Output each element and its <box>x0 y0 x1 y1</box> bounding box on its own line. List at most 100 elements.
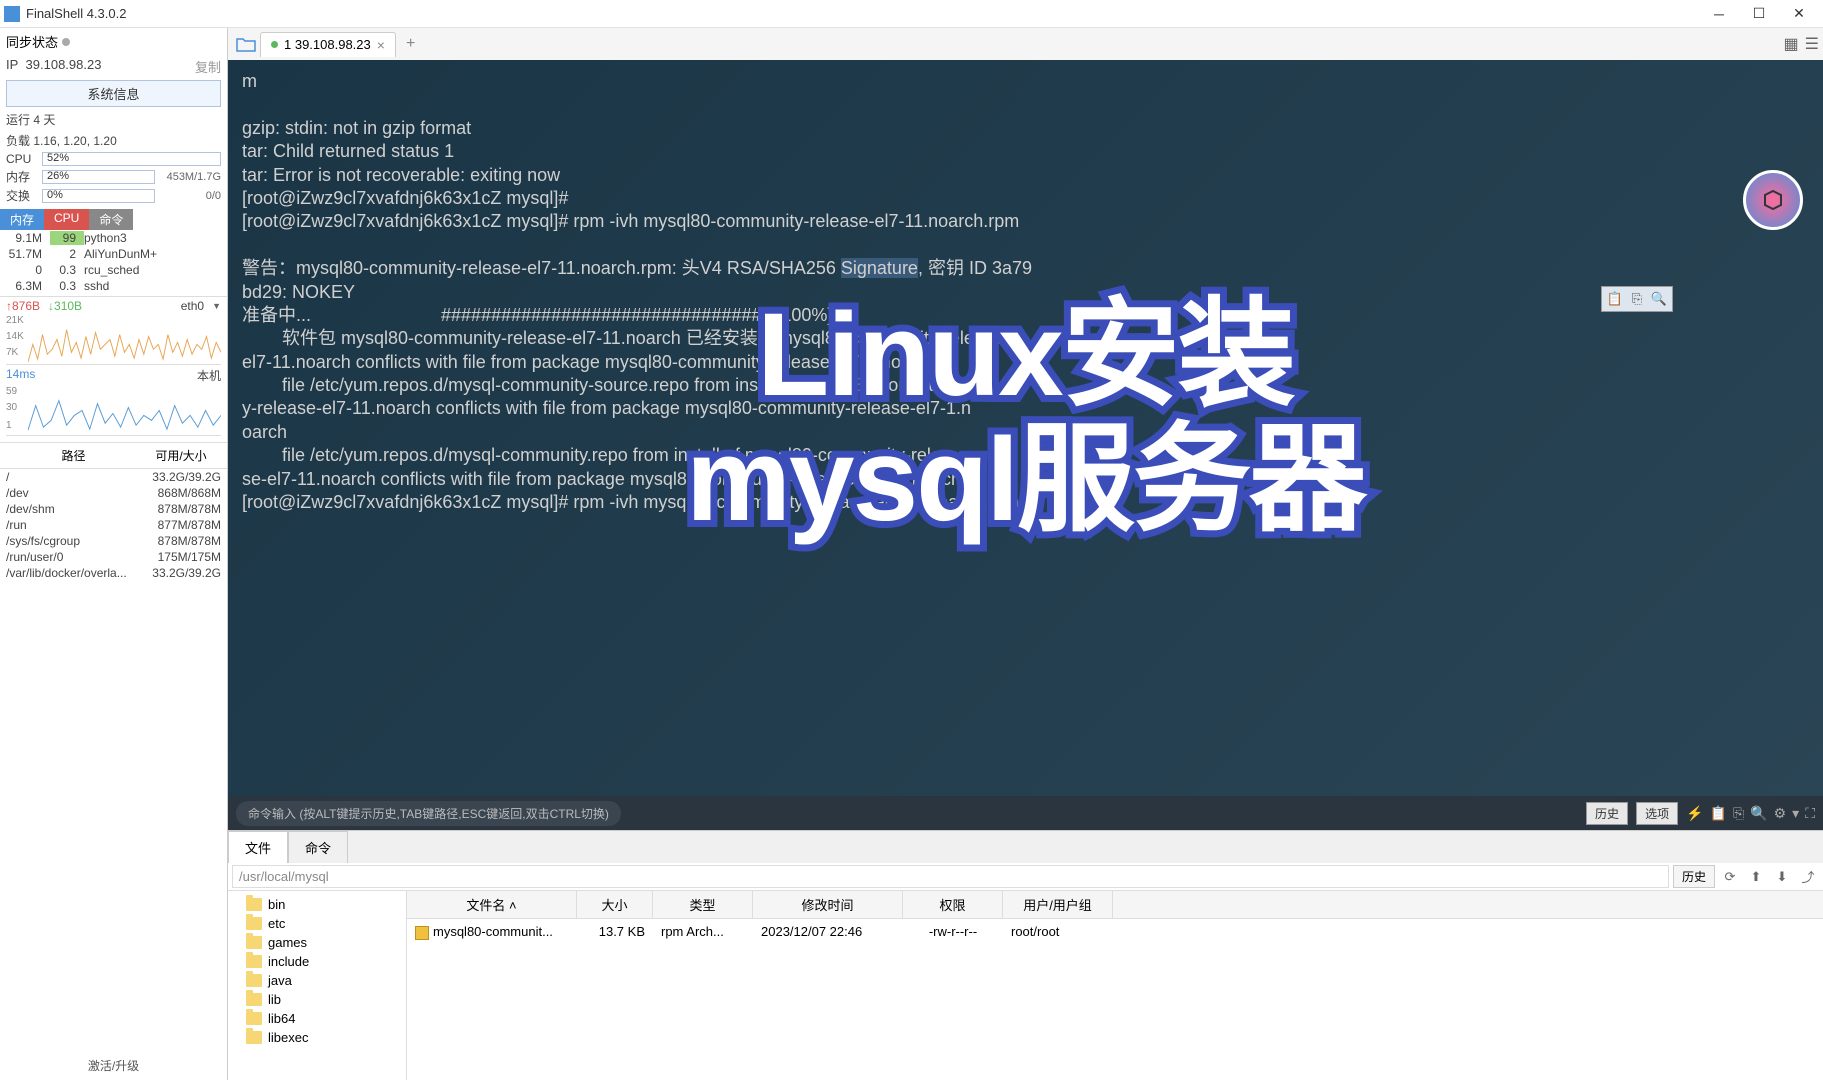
tree-folder-item[interactable]: bin <box>228 895 406 914</box>
tree-folder-item[interactable]: java <box>228 971 406 990</box>
disk-row[interactable]: /sys/fs/cgroup878M/878M <box>0 533 227 549</box>
file-row[interactable]: mysql80-communit...13.7 KBrpm Arch...202… <box>407 919 1823 945</box>
folder-icon <box>246 974 262 987</box>
history-button[interactable]: 历史 <box>1586 802 1628 825</box>
grid-view-icon[interactable]: ▦ <box>1784 34 1799 54</box>
col-type[interactable]: 类型 <box>653 891 753 918</box>
gear-icon[interactable]: ⚙ <box>1774 805 1787 822</box>
terminal-output[interactable]: m gzip: stdin: not in gzip formattar: Ch… <box>228 60 1823 796</box>
process-row[interactable]: 51.7M2AliYunDunM+ <box>0 246 227 262</box>
disk-row[interactable]: /dev868M/868M <box>0 485 227 501</box>
col-owner[interactable]: 用户/用户组 <box>1003 891 1113 918</box>
folder-icon <box>246 955 262 968</box>
ip-display: IP 39.108.98.23 <box>6 57 101 76</box>
net-upload: ↑876B <box>6 299 40 313</box>
swap-bar: 0% <box>42 189 155 203</box>
file-tab-files[interactable]: 文件 <box>228 831 288 863</box>
chevron-down-icon[interactable]: ▼ <box>212 301 221 311</box>
process-row[interactable]: 6.3M0.3sshd <box>0 278 227 294</box>
tab-label: 1 39.108.98.23 <box>284 37 371 52</box>
load-text: 负载 1.16, 1.20, 1.20 <box>0 130 227 151</box>
disk-hdr-path: 路径 <box>6 447 141 464</box>
tree-folder-item[interactable]: lib <box>228 990 406 1009</box>
clipboard-icon[interactable]: 📋 <box>1710 805 1727 822</box>
refresh-icon[interactable]: ⟳ <box>1719 866 1741 888</box>
process-row[interactable]: 00.3rcu_sched <box>0 262 227 278</box>
latency-value: 14ms <box>6 367 35 384</box>
folder-icon <box>246 993 262 1006</box>
latency-host[interactable]: 本机 <box>197 367 221 384</box>
minimize-button[interactable]: ─ <box>1699 1 1739 27</box>
export-icon[interactable]: ⤴ <box>1797 866 1819 888</box>
col-mtime[interactable]: 修改时间 <box>753 891 903 918</box>
paste-icon[interactable]: 📋 <box>1605 290 1625 308</box>
disk-row[interactable]: /dev/shm878M/878M <box>0 501 227 517</box>
upload-icon[interactable]: ⬆ <box>1745 866 1767 888</box>
options-button[interactable]: 选项 <box>1636 802 1678 825</box>
new-tab-button[interactable]: + <box>396 31 425 57</box>
sync-status-dot <box>62 38 70 46</box>
sync-status-label: 同步状态 <box>6 32 58 51</box>
folder-icon <box>246 917 262 930</box>
col-perm[interactable]: 权限 <box>903 891 1003 918</box>
mem-bar: 26% <box>42 170 155 184</box>
expand-icon[interactable]: ▾ <box>1792 805 1799 822</box>
process-row[interactable]: 9.1M99python3 <box>0 230 227 246</box>
uptime-text: 运行 4 天 <box>0 109 227 130</box>
command-input-hint[interactable]: 命令输入 (按ALT键提示历史,TAB键路径,ESC键返回,双击CTRL切换) <box>236 801 621 826</box>
terminal-context-toolbar: 📋 ⎘ 🔍 <box>1601 286 1673 312</box>
cpu-label: CPU <box>6 152 36 166</box>
copy-ip-button[interactable]: 复制 <box>195 57 221 76</box>
bolt-icon[interactable]: ⚡ <box>1686 805 1703 822</box>
folder-icon <box>246 936 262 949</box>
open-folder-icon[interactable] <box>232 32 260 56</box>
swap-label: 交换 <box>6 187 36 204</box>
disk-row[interactable]: /run877M/878M <box>0 517 227 533</box>
status-dot-icon <box>271 41 278 48</box>
system-info-button[interactable]: 系统信息 <box>6 80 221 107</box>
tree-folder-item[interactable]: etc <box>228 914 406 933</box>
connection-tab[interactable]: 1 39.108.98.23 × <box>260 32 396 57</box>
proc-tab-cmd[interactable]: 命令 <box>89 209 133 230</box>
tree-folder-item[interactable]: lib64 <box>228 1009 406 1028</box>
tree-folder-item[interactable]: include <box>228 952 406 971</box>
maximize-button[interactable]: ☐ <box>1739 1 1779 27</box>
path-input[interactable]: /usr/local/mysql <box>232 865 1669 888</box>
directory-tree[interactable]: binetcgamesincludejavaliblib64libexec <box>228 891 406 1080</box>
mem-label: 内存 <box>6 168 36 185</box>
split-view-icon[interactable]: ☰ <box>1805 34 1819 54</box>
brand-badge-icon <box>1743 170 1803 230</box>
search-icon[interactable]: 🔍 <box>1750 805 1767 822</box>
tab-close-icon[interactable]: × <box>377 37 385 53</box>
folder-icon <box>246 1012 262 1025</box>
disk-hdr-size: 可用/大小 <box>141 447 221 464</box>
net-interface[interactable]: eth0 <box>181 299 204 313</box>
disk-row[interactable]: /run/user/0175M/175M <box>0 549 227 565</box>
disk-row[interactable]: /33.2G/39.2G <box>0 469 227 485</box>
search-icon[interactable]: 🔍 <box>1649 290 1669 308</box>
proc-tab-mem[interactable]: 内存 <box>0 209 44 230</box>
tree-folder-item[interactable]: games <box>228 933 406 952</box>
proc-tab-cpu[interactable]: CPU <box>44 209 89 230</box>
col-size[interactable]: 大小 <box>577 891 653 918</box>
col-filename[interactable]: 文件名 ˄ <box>407 891 577 918</box>
folder-icon <box>246 898 262 911</box>
activate-button[interactable]: 激活/升级 <box>0 1051 227 1080</box>
tree-folder-item[interactable]: libexec <box>228 1028 406 1047</box>
close-button[interactable]: ✕ <box>1779 1 1819 27</box>
file-tab-cmd[interactable]: 命令 <box>288 831 348 863</box>
app-title: FinalShell 4.3.0.2 <box>26 6 1699 21</box>
net-chart: 21K 14K 7K <box>6 315 221 365</box>
cpu-bar: 52% <box>42 152 221 166</box>
swap-detail: 0/0 <box>161 190 221 202</box>
path-history-button[interactable]: 历史 <box>1673 865 1715 888</box>
copy-icon[interactable]: ⎘ <box>1733 805 1744 822</box>
fullscreen-icon[interactable]: ⛶ <box>1805 805 1815 822</box>
disk-row[interactable]: /var/lib/docker/overla...33.2G/39.2G <box>0 565 227 581</box>
rpm-file-icon <box>415 926 429 940</box>
latency-chart: 59 30 1 <box>6 386 221 436</box>
app-icon <box>4 6 20 22</box>
download-icon[interactable]: ⬇ <box>1771 866 1793 888</box>
copy-icon[interactable]: ⎘ <box>1627 290 1647 308</box>
folder-icon <box>246 1031 262 1044</box>
